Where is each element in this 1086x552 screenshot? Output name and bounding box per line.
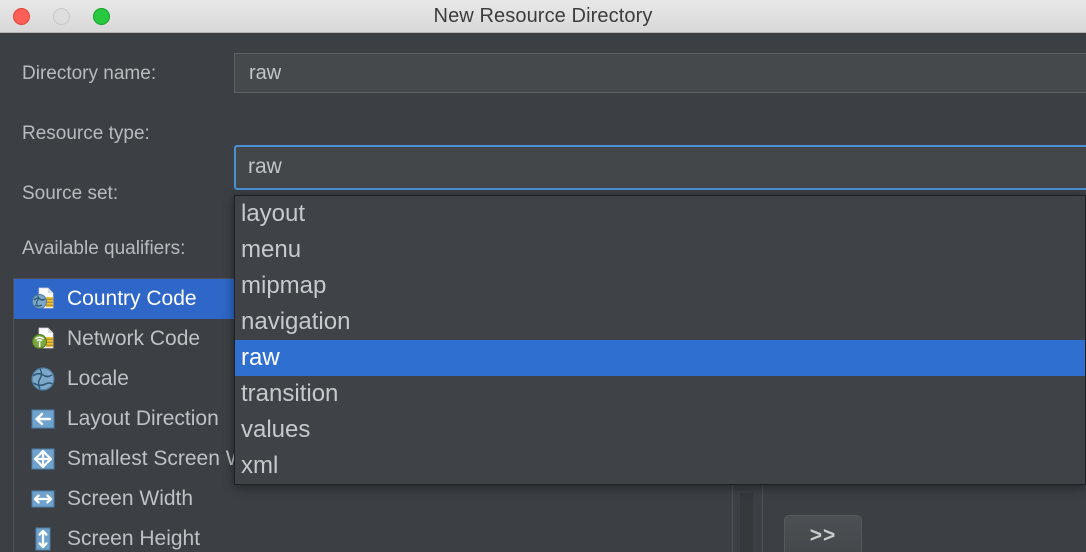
dropdown-item-mipmap[interactable]: mipmap <box>235 268 1085 304</box>
dialog-body: Directory name: Resource type: Source se… <box>0 33 1086 552</box>
title-bar: New Resource Directory <box>0 0 1086 33</box>
available-qualifiers-label: Available qualifiers: <box>22 238 186 259</box>
globe-icon <box>30 366 56 392</box>
dropdown-item-raw[interactable]: raw <box>235 340 1085 376</box>
list-scrollbar-track[interactable] <box>740 493 753 552</box>
dropdown-item-xml[interactable]: xml <box>235 448 1085 484</box>
list-item-label: Screen Width <box>67 487 194 510</box>
arrow-left-icon <box>30 406 56 432</box>
dialog-window: New Resource Directory Directory name: R… <box>0 0 1086 552</box>
dropdown-item-transition[interactable]: transition <box>235 376 1085 412</box>
list-item[interactable]: Screen Height <box>14 519 732 552</box>
list-item-label: Screen Height <box>67 527 201 550</box>
network-document-icon <box>30 326 56 352</box>
dropdown-item-values[interactable]: values <box>235 412 1085 448</box>
globe-document-icon <box>30 286 56 312</box>
list-item-label: Country Code <box>67 287 197 310</box>
dropdown-item-menu[interactable]: menu <box>235 232 1085 268</box>
resource-type-dropdown[interactable]: layout menu mipmap navigation raw transi… <box>234 195 1086 485</box>
arrow-vertical-icon <box>30 526 56 552</box>
arrow-horizontal-icon <box>30 486 56 512</box>
window-title: New Resource Directory <box>433 5 653 27</box>
dropdown-item-navigation[interactable]: navigation <box>235 304 1085 340</box>
list-item[interactable]: Screen Width <box>14 479 732 519</box>
list-item-label: Locale <box>67 367 129 390</box>
directory-name-input[interactable]: raw <box>234 53 1086 93</box>
directory-name-label: Directory name: <box>22 63 157 84</box>
directory-name-value: raw <box>249 62 282 84</box>
dropdown-item-layout[interactable]: layout <box>235 196 1085 232</box>
list-item-label: Network Code <box>67 327 201 350</box>
arrows-four-way-icon <box>30 446 56 472</box>
resource-type-label: Resource type: <box>22 123 150 144</box>
add-qualifier-button[interactable]: >> <box>784 515 862 552</box>
source-set-label: Source set: <box>22 183 119 204</box>
resource-type-combobox[interactable]: raw <box>234 145 1086 190</box>
resource-type-value: raw <box>248 155 282 178</box>
list-item-label: Layout Direction <box>67 407 219 430</box>
